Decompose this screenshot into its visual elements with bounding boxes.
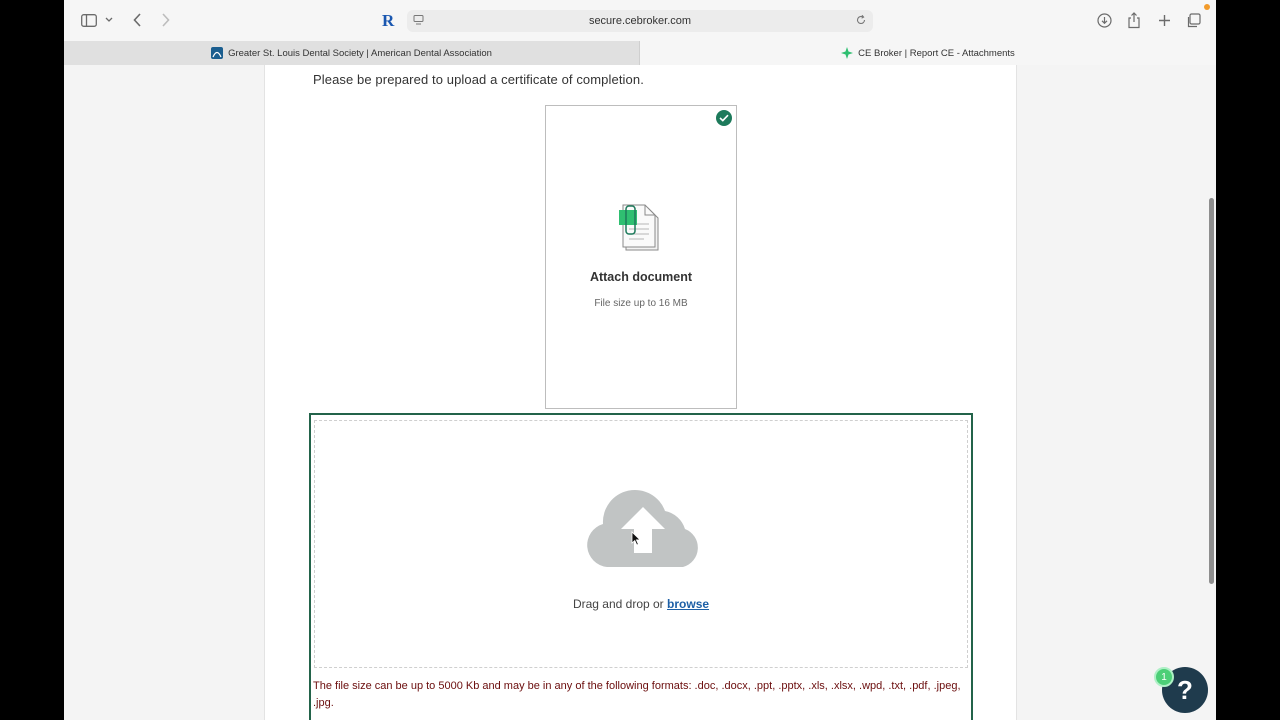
ada-favicon-icon <box>211 47 224 59</box>
cloud-upload-icon <box>585 489 705 574</box>
cebroker-favicon-icon <box>841 47 854 59</box>
tab-label: Greater St. Louis Dental Society | Ameri… <box>228 47 492 59</box>
tab-overview-icon[interactable] <box>1185 12 1201 28</box>
tab-label: CE Broker | Report CE - Attachments <box>858 47 1015 59</box>
address-bar[interactable]: secure.cebroker.com <box>407 10 873 32</box>
url-text: secure.cebroker.com <box>588 15 692 27</box>
help-notification-badge: 1 <box>1154 667 1174 687</box>
sidebar-toggle-icon[interactable] <box>80 12 98 28</box>
document-clip-icon <box>618 202 664 257</box>
tab-ce-broker[interactable]: CE Broker | Report CE - Attachments <box>640 41 1216 65</box>
extension-r-icon[interactable]: R <box>382 11 394 31</box>
chevron-down-icon[interactable] <box>104 14 114 26</box>
share-icon[interactable] <box>1126 11 1142 29</box>
dropzone-inner: Drag and drop or browse <box>314 420 968 668</box>
file-dropzone[interactable]: Drag and drop or browse The file size ca… <box>309 413 973 720</box>
scrollbar-thumb[interactable] <box>1209 198 1214 584</box>
mouse-cursor-icon <box>631 531 641 551</box>
page-settings-icon[interactable] <box>413 14 425 29</box>
browser-window: R secure.cebroker.com Greater St. Louis … <box>64 0 1216 720</box>
tab-dental-society[interactable]: Greater St. Louis Dental Society | Ameri… <box>64 41 640 65</box>
tab-bar: Greater St. Louis Dental Society | Ameri… <box>64 41 1216 65</box>
browser-toolbar: R secure.cebroker.com <box>64 0 1216 41</box>
notification-dot <box>1204 4 1210 10</box>
attach-document-size-limit: File size up to 16 MB <box>594 298 688 309</box>
dropzone-prompt: Drag and drop or browse <box>315 597 967 611</box>
selected-check-icon <box>716 110 732 126</box>
scrollbar[interactable] <box>1206 65 1216 720</box>
drag-drop-text: Drag and drop or <box>572 597 664 611</box>
forward-icon[interactable] <box>158 12 172 28</box>
upload-instruction: Please be prepared to upload a certifica… <box>313 72 644 87</box>
new-tab-icon[interactable] <box>1156 12 1172 28</box>
page-viewport: Please be prepared to upload a certifica… <box>64 65 1216 720</box>
back-icon[interactable] <box>130 12 144 28</box>
reload-icon[interactable] <box>855 14 867 29</box>
main-content: Please be prepared to upload a certifica… <box>264 65 1017 720</box>
file-format-note: The file size can be up to 5000 Kb and m… <box>313 680 961 709</box>
download-icon[interactable] <box>1096 12 1112 28</box>
attach-document-card[interactable]: Attach document File size up to 16 MB <box>545 105 737 409</box>
attach-document-title: Attach document <box>589 270 693 284</box>
browse-link[interactable]: browse <box>667 597 709 611</box>
